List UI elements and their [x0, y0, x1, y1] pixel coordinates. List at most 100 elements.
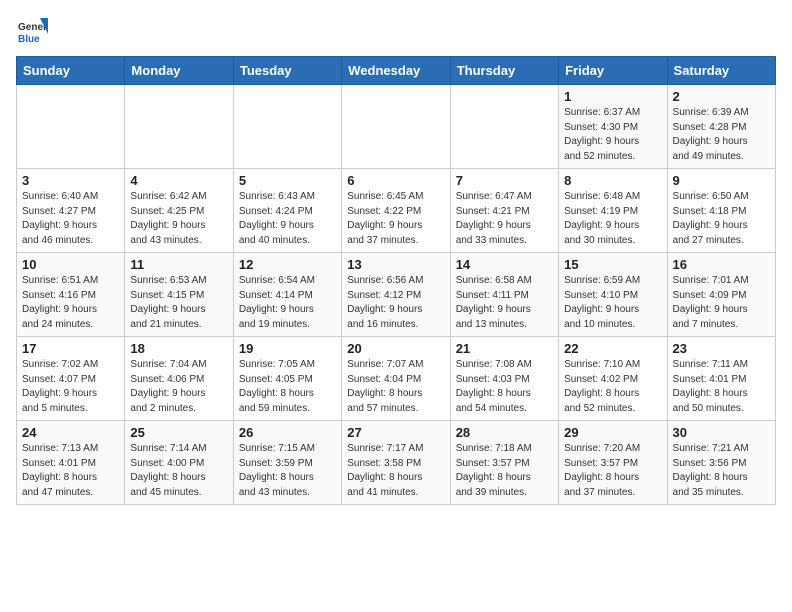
day-info: Sunrise: 6:56 AMSunset: 4:12 PMDaylight:… — [347, 274, 444, 332]
day-number: 5 — [239, 173, 336, 188]
day-info: Sunrise: 6:51 AMSunset: 4:16 PMDaylight:… — [22, 274, 119, 332]
header-row: SundayMondayTuesdayWednesdayThursdayFrid… — [17, 57, 776, 85]
header-cell-thursday: Thursday — [450, 57, 558, 85]
week-row: 3 Sunrise: 6:40 AMSunset: 4:27 PMDaylight… — [17, 169, 776, 253]
calendar-cell — [342, 85, 450, 169]
calendar-body: 1 Sunrise: 6:37 AMSunset: 4:30 PMDaylight… — [17, 85, 776, 505]
week-row: 10 Sunrise: 6:51 AMSunset: 4:16 PMDayligh… — [17, 253, 776, 337]
week-row: 17 Sunrise: 7:02 AMSunset: 4:07 PMDayligh… — [17, 337, 776, 421]
calendar-cell — [450, 85, 558, 169]
header-cell-friday: Friday — [559, 57, 667, 85]
day-number: 26 — [239, 425, 336, 440]
day-info: Sunrise: 7:01 AMSunset: 4:09 PMDaylight:… — [673, 274, 770, 332]
calendar-cell: 7 Sunrise: 6:47 AMSunset: 4:21 PMDaylight… — [450, 169, 558, 253]
day-number: 7 — [456, 173, 553, 188]
day-info: Sunrise: 7:18 AMSunset: 3:57 PMDaylight:… — [456, 442, 553, 500]
day-number: 17 — [22, 341, 119, 356]
calendar-cell: 16 Sunrise: 7:01 AMSunset: 4:09 PMDayligh… — [667, 253, 775, 337]
header-cell-wednesday: Wednesday — [342, 57, 450, 85]
calendar-cell: 3 Sunrise: 6:40 AMSunset: 4:27 PMDaylight… — [17, 169, 125, 253]
logo: General Blue — [16, 16, 48, 48]
day-number: 16 — [673, 257, 770, 272]
day-number: 11 — [130, 257, 227, 272]
calendar-cell: 13 Sunrise: 6:56 AMSunset: 4:12 PMDayligh… — [342, 253, 450, 337]
calendar-cell: 6 Sunrise: 6:45 AMSunset: 4:22 PMDaylight… — [342, 169, 450, 253]
day-info: Sunrise: 7:15 AMSunset: 3:59 PMDaylight:… — [239, 442, 336, 500]
day-info: Sunrise: 7:13 AMSunset: 4:01 PMDaylight:… — [22, 442, 119, 500]
day-number: 18 — [130, 341, 227, 356]
svg-text:Blue: Blue — [18, 34, 40, 45]
calendar-cell: 28Sunrise: 7:18 AMSunset: 3:57 PMDayligh… — [450, 421, 558, 505]
calendar-header: SundayMondayTuesdayWednesdayThursdayFrid… — [17, 57, 776, 85]
calendar-cell: 11Sunrise: 6:53 AMSunset: 4:15 PMDayligh… — [125, 253, 233, 337]
calendar-cell: 21 Sunrise: 7:08 AMSunset: 4:03 PMDayligh… — [450, 337, 558, 421]
day-number: 8 — [564, 173, 661, 188]
day-info: Sunrise: 6:54 AMSunset: 4:14 PMDaylight:… — [239, 274, 336, 332]
day-number: 29 — [564, 425, 661, 440]
calendar-table: SundayMondayTuesdayWednesdayThursdayFrid… — [16, 56, 776, 505]
day-info: Sunrise: 6:58 AMSunset: 4:11 PMDaylight:… — [456, 274, 553, 332]
day-info: Sunrise: 6:39 AMSunset: 4:28 PMDaylight:… — [673, 106, 770, 164]
calendar-cell: 8 Sunrise: 6:48 AMSunset: 4:19 PMDaylight… — [559, 169, 667, 253]
calendar-cell: 9Sunrise: 6:50 AMSunset: 4:18 PMDaylight… — [667, 169, 775, 253]
calendar-cell: 22Sunrise: 7:10 AMSunset: 4:02 PMDayligh… — [559, 337, 667, 421]
calendar-cell — [233, 85, 341, 169]
day-info: Sunrise: 7:14 AMSunset: 4:00 PMDaylight:… — [130, 442, 227, 500]
day-number: 13 — [347, 257, 444, 272]
calendar-cell: 12 Sunrise: 6:54 AMSunset: 4:14 PMDayligh… — [233, 253, 341, 337]
day-number: 15 — [564, 257, 661, 272]
day-number: 6 — [347, 173, 444, 188]
day-info: Sunrise: 6:43 AMSunset: 4:24 PMDaylight:… — [239, 190, 336, 248]
day-info: Sunrise: 7:17 AMSunset: 3:58 PMDaylight:… — [347, 442, 444, 500]
week-row: 24 Sunrise: 7:13 AMSunset: 4:01 PMDayligh… — [17, 421, 776, 505]
day-number: 19 — [239, 341, 336, 356]
day-info: Sunrise: 6:47 AMSunset: 4:21 PMDaylight:… — [456, 190, 553, 248]
calendar-cell: 18Sunrise: 7:04 AMSunset: 4:06 PMDayligh… — [125, 337, 233, 421]
day-info: Sunrise: 6:37 AMSunset: 4:30 PMDaylight:… — [564, 106, 661, 164]
calendar-cell: 23Sunrise: 7:11 AMSunset: 4:01 PMDayligh… — [667, 337, 775, 421]
day-info: Sunrise: 7:02 AMSunset: 4:07 PMDaylight:… — [22, 358, 119, 416]
day-number: 24 — [22, 425, 119, 440]
day-info: Sunrise: 6:48 AMSunset: 4:19 PMDaylight:… — [564, 190, 661, 248]
day-number: 1 — [564, 89, 661, 104]
calendar-cell — [17, 85, 125, 169]
day-number: 12 — [239, 257, 336, 272]
calendar-cell: 26 Sunrise: 7:15 AMSunset: 3:59 PMDayligh… — [233, 421, 341, 505]
day-info: Sunrise: 7:05 AMSunset: 4:05 PMDaylight:… — [239, 358, 336, 416]
week-row: 1 Sunrise: 6:37 AMSunset: 4:30 PMDaylight… — [17, 85, 776, 169]
day-number: 2 — [673, 89, 770, 104]
day-number: 25 — [130, 425, 227, 440]
calendar-cell: 15 Sunrise: 6:59 AMSunset: 4:10 PMDayligh… — [559, 253, 667, 337]
day-info: Sunrise: 7:20 AMSunset: 3:57 PMDaylight:… — [564, 442, 661, 500]
day-number: 22 — [564, 341, 661, 356]
calendar-cell: 5 Sunrise: 6:43 AMSunset: 4:24 PMDaylight… — [233, 169, 341, 253]
day-number: 4 — [130, 173, 227, 188]
header-cell-tuesday: Tuesday — [233, 57, 341, 85]
logo-svg: General Blue — [16, 16, 48, 48]
day-number: 20 — [347, 341, 444, 356]
day-info: Sunrise: 7:08 AMSunset: 4:03 PMDaylight:… — [456, 358, 553, 416]
day-info: Sunrise: 7:07 AMSunset: 4:04 PMDaylight:… — [347, 358, 444, 416]
header-cell-sunday: Sunday — [17, 57, 125, 85]
day-number: 14 — [456, 257, 553, 272]
calendar-cell: 29 Sunrise: 7:20 AMSunset: 3:57 PMDayligh… — [559, 421, 667, 505]
day-info: Sunrise: 6:42 AMSunset: 4:25 PMDaylight:… — [130, 190, 227, 248]
calendar-cell: 27 Sunrise: 7:17 AMSunset: 3:58 PMDayligh… — [342, 421, 450, 505]
day-number: 3 — [22, 173, 119, 188]
header: General Blue — [16, 16, 776, 48]
day-info: Sunrise: 7:21 AMSunset: 3:56 PMDaylight:… — [673, 442, 770, 500]
calendar-cell: 2 Sunrise: 6:39 AMSunset: 4:28 PMDaylight… — [667, 85, 775, 169]
calendar-cell: 19 Sunrise: 7:05 AMSunset: 4:05 PMDayligh… — [233, 337, 341, 421]
calendar-cell: 24 Sunrise: 7:13 AMSunset: 4:01 PMDayligh… — [17, 421, 125, 505]
day-info: Sunrise: 6:45 AMSunset: 4:22 PMDaylight:… — [347, 190, 444, 248]
calendar-cell: 1 Sunrise: 6:37 AMSunset: 4:30 PMDaylight… — [559, 85, 667, 169]
day-number: 21 — [456, 341, 553, 356]
calendar-cell: 4 Sunrise: 6:42 AMSunset: 4:25 PMDaylight… — [125, 169, 233, 253]
day-number: 10 — [22, 257, 119, 272]
day-info: Sunrise: 6:40 AMSunset: 4:27 PMDaylight:… — [22, 190, 119, 248]
day-number: 27 — [347, 425, 444, 440]
day-info: Sunrise: 6:50 AMSunset: 4:18 PMDaylight:… — [673, 190, 770, 248]
day-info: Sunrise: 6:59 AMSunset: 4:10 PMDaylight:… — [564, 274, 661, 332]
calendar-cell: 20 Sunrise: 7:07 AMSunset: 4:04 PMDayligh… — [342, 337, 450, 421]
calendar-cell: 17 Sunrise: 7:02 AMSunset: 4:07 PMDayligh… — [17, 337, 125, 421]
